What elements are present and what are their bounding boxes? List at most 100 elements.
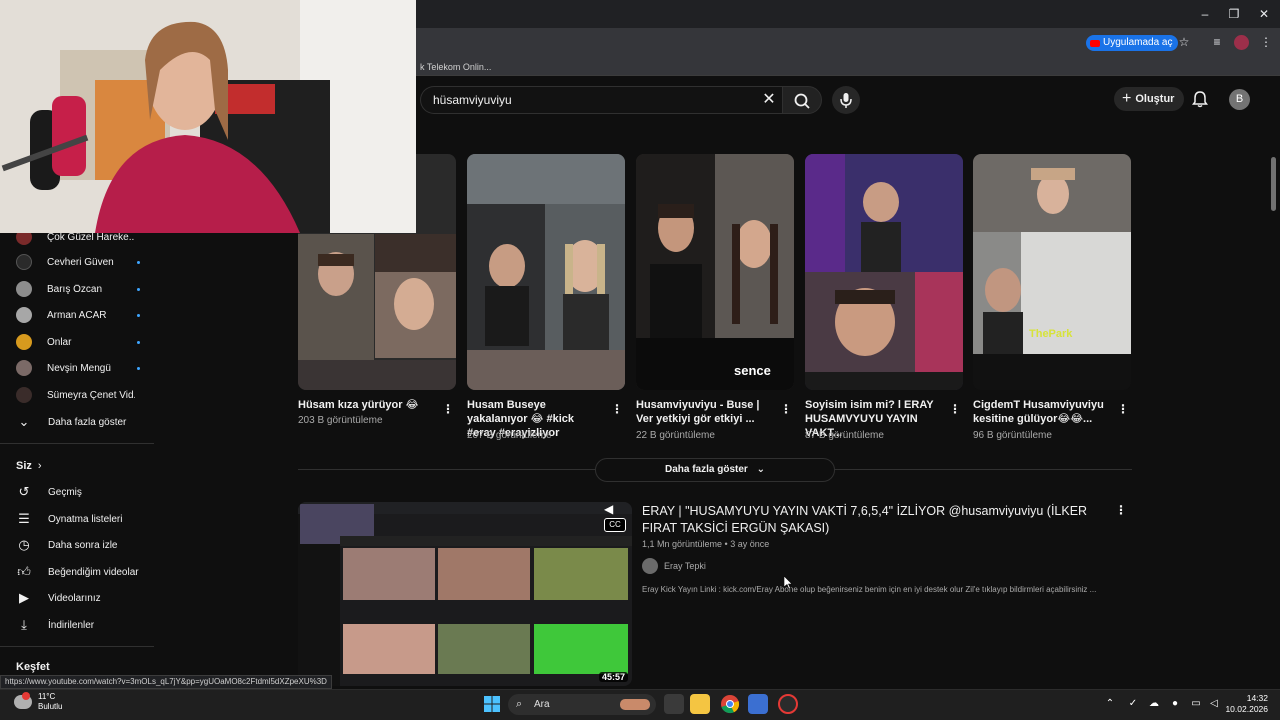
microsoft-store-icon[interactable] (748, 694, 768, 714)
open-in-app-label: Uygulamada aç (1103, 37, 1173, 48)
new-content-dot (137, 260, 140, 264)
short-views: 203 B görüntüleme (298, 415, 383, 426)
chevron-up-icon[interactable]: ⌃ (1104, 698, 1116, 710)
short-thumbnail-image (636, 154, 794, 390)
sidebar-item-watch-later[interactable]: ◷ Daha sonra izle (16, 535, 117, 555)
chevron-right-icon: › (37, 460, 42, 472)
short-thumbnail[interactable] (805, 154, 963, 390)
video-thumbnail[interactable]: CC ◀ 45:57 (298, 502, 632, 686)
short-title[interactable]: Hüsam kıza yürüyor 😂 (298, 398, 436, 412)
video-thumbnail-image (298, 502, 632, 686)
short-thumbnail[interactable]: sence (636, 154, 794, 390)
subscription-name: Sümeyra Çenet Vid... (47, 389, 135, 401)
page-scrollbar[interactable] (1271, 157, 1276, 211)
file-explorer-icon[interactable] (690, 694, 710, 714)
display-icon[interactable]: ▭ (1190, 698, 1202, 710)
video-more-actions-icon[interactable]: ⋮ (1115, 503, 1127, 517)
microphone-tray-icon[interactable]: ● (1169, 698, 1181, 710)
sidebar-subscription[interactable]: Arman ACAR (16, 305, 154, 325)
minimize-icon[interactable]: – (1197, 6, 1213, 22)
browser-profile-icon[interactable] (1234, 35, 1249, 50)
closed-captions-icon[interactable]: CC (604, 518, 626, 532)
sidebar-subscription[interactable]: Cevheri Güven (16, 252, 154, 272)
search-button[interactable] (782, 86, 822, 114)
sidebar-item-your-videos[interactable]: ▶ Videolarınız (16, 588, 101, 608)
cloud-sync-icon[interactable]: ☁ (1148, 698, 1160, 710)
youtube-icon (1090, 39, 1100, 47)
channel-link[interactable]: Eray Tepki (642, 558, 706, 574)
search-icon (794, 93, 810, 109)
new-content-dot (137, 366, 140, 370)
sidebar-divider (0, 646, 154, 647)
short-thumbnail[interactable] (467, 154, 625, 390)
sidebar-item-downloads[interactable]: ⤓ İndirilenler (16, 615, 94, 635)
sidebar-subscription[interactable]: Barış Özcan (16, 279, 154, 299)
windows-start-icon[interactable] (482, 694, 502, 714)
volume-icon[interactable]: ◁ (1208, 698, 1220, 710)
more-actions-icon[interactable]: ⋮ (611, 402, 623, 416)
short-views: 96 B görüntüleme (973, 430, 1052, 441)
chrome-icon[interactable] (720, 694, 740, 714)
channel-avatar (16, 387, 32, 403)
more-actions-icon[interactable]: ⋮ (442, 402, 454, 416)
sidebar-item-history[interactable]: ↺ Geçmiş (16, 482, 82, 502)
temperature: 11°C (38, 692, 56, 701)
clear-search-icon[interactable]: ✕ (760, 90, 778, 110)
new-content-dot (137, 287, 140, 291)
tray-app-icon[interactable]: ✓ (1127, 698, 1139, 710)
subscription-name: Arman ACAR (47, 309, 107, 321)
open-in-app-button[interactable]: Uygulamada aç (1086, 35, 1179, 51)
sidebar-item-playlists[interactable]: ☰ Oynatma listeleri (16, 509, 122, 529)
sidebar-subscription[interactable]: Sümeyra Çenet Vid... (16, 385, 154, 405)
close-window-icon[interactable]: ✕ (1256, 6, 1272, 22)
channel-avatar[interactable] (642, 558, 658, 574)
video-title[interactable]: ERAY | "HUSAMYUYU YAYIN VAKTİ 7,6,5,4" İ… (642, 503, 1102, 537)
history-icon: ↺ (18, 484, 30, 499)
microphone-icon (840, 93, 852, 108)
taskbar-clock[interactable]: 14:32 10.02.2026 (1224, 693, 1268, 715)
new-content-dot (137, 313, 140, 317)
channel-avatar (16, 281, 32, 297)
sidebar-subscription[interactable]: Nevşin Mengü (16, 358, 154, 378)
explore-section-title: Keşfet (16, 661, 50, 673)
weather-widget[interactable]: 11°C Bulutlu (14, 692, 62, 712)
account-avatar[interactable]: B (1229, 89, 1250, 110)
chevron-down-icon: ⌄ (18, 414, 30, 429)
taskbar-search[interactable]: ⌕ Ara (508, 694, 656, 715)
more-actions-icon[interactable]: ⋮ (949, 402, 961, 416)
bookmark-telekom[interactable]: k Telekom Onlin... (420, 62, 491, 72)
channel-avatar (16, 254, 32, 270)
restore-icon[interactable]: ❐ (1226, 6, 1242, 22)
status-bar-url: https://www.youtube.com/watch?v=3mOLs_qL… (0, 675, 332, 689)
more-actions-icon[interactable]: ⋮ (780, 402, 792, 416)
show-more-subscriptions[interactable]: ⌄ Daha fazla göster (16, 412, 127, 432)
you-section-title[interactable]: Siz › (16, 460, 42, 472)
video-meta: 1,1 Mn görüntüleme • 3 ay önce (642, 539, 770, 549)
star-icon[interactable]: ☆ (1176, 34, 1192, 50)
short-overlay-text: sence (734, 363, 771, 378)
sidebar-subscription[interactable]: Onlar (16, 332, 154, 352)
mute-icon[interactable]: ◀ (604, 502, 624, 516)
search-input[interactable] (420, 86, 782, 114)
browser-menu-icon[interactable]: ⋮ (1258, 34, 1274, 50)
short-thumbnail-image (805, 154, 963, 390)
voice-search-button[interactable] (832, 86, 860, 114)
media-controls-icon[interactable]: ≡ (1209, 34, 1225, 50)
notifications-bell-icon[interactable] (1191, 90, 1209, 108)
new-content-dot (137, 340, 140, 344)
task-view-icon[interactable] (664, 694, 684, 714)
channel-name[interactable]: Eray Tepki (664, 561, 706, 571)
short-thumbnail[interactable]: ThePark (973, 154, 1131, 390)
short-title[interactable]: CigdemT Husamviyuviyu kesitine gülüyor😂😂… (973, 398, 1111, 426)
app-icon[interactable] (778, 694, 798, 714)
short-title[interactable]: Husamviyuviyu - Buse | Ver yetkiyi gör e… (636, 398, 774, 426)
show-more-shorts-button[interactable]: Daha fazla göster ⌄ (595, 458, 835, 482)
webcam-feed-image (0, 0, 416, 233)
time: 14:32 (1246, 693, 1268, 703)
sidebar-item-liked-videos[interactable]: 👍︎ Beğendiğim videolar (16, 562, 138, 582)
more-actions-icon[interactable]: ⋮ (1117, 402, 1129, 416)
chevron-down-icon: ⌄ (756, 464, 765, 475)
short-thumbnail-image (467, 154, 625, 390)
video-description: Eray Kick Yayın Linki : kick.com/Eray Ab… (642, 585, 1097, 594)
create-button[interactable]: + Oluştur (1114, 87, 1185, 111)
